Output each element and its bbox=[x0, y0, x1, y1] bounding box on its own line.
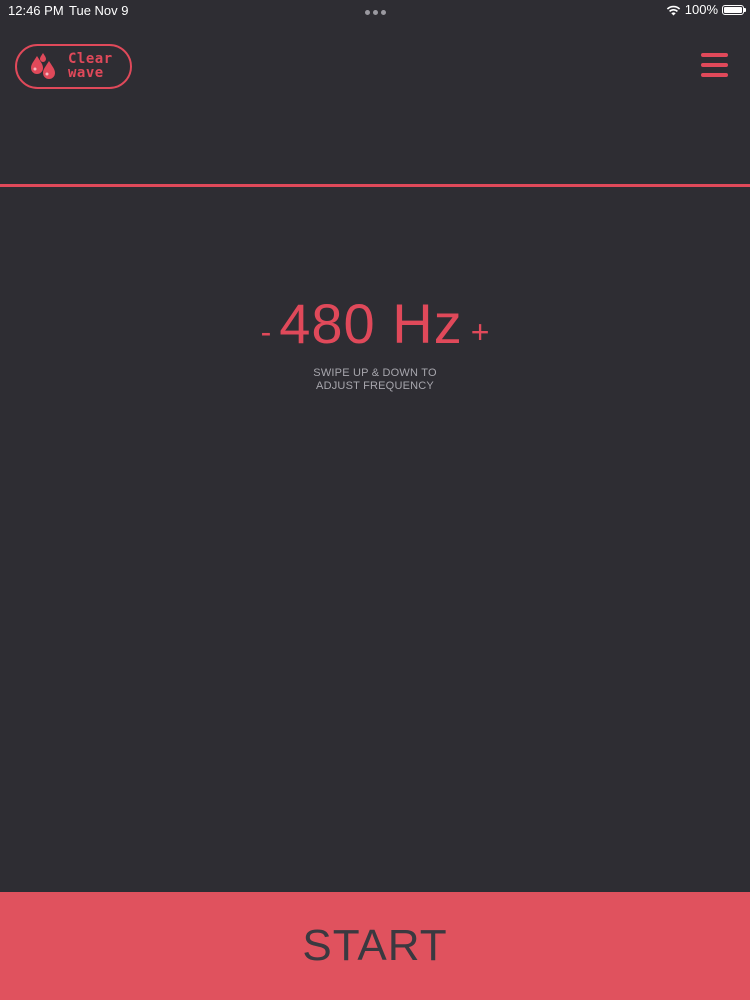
hint-line2: ADJUST FREQUENCY bbox=[316, 380, 434, 392]
battery-fill bbox=[724, 6, 742, 13]
logo-text: Clear wave bbox=[68, 52, 113, 80]
multitasking-dots-icon[interactable] bbox=[365, 10, 386, 15]
battery-percent: 100% bbox=[684, 2, 718, 17]
status-time: 12:46 PM bbox=[8, 3, 64, 18]
frequency-value: 480 Hz bbox=[279, 292, 463, 355]
app-screen: 12:46 PM Tue Nov 9 100% Clear wave - 480… bbox=[0, 0, 750, 1000]
increase-frequency-button[interactable]: + bbox=[471, 316, 490, 348]
droplets-icon bbox=[31, 53, 55, 79]
battery-icon bbox=[722, 4, 746, 15]
clearwave-logo: Clear wave bbox=[15, 44, 132, 89]
frequency-hint: SWIPE UP & DOWN TO ADJUST FREQUENCY bbox=[0, 367, 750, 393]
status-right: 100% bbox=[666, 2, 746, 17]
frequency-control[interactable]: - 480 Hz + bbox=[0, 296, 750, 360]
logo-text-line1: Clear bbox=[68, 51, 113, 67]
status-date: Tue Nov 9 bbox=[69, 3, 129, 18]
hint-line1: SWIPE UP & DOWN TO bbox=[313, 367, 437, 379]
logo-text-line2: wave bbox=[68, 65, 104, 81]
status-bar: 12:46 PM Tue Nov 9 100% bbox=[0, 0, 750, 22]
waveform-line bbox=[0, 184, 750, 187]
decrease-frequency-button[interactable]: - bbox=[261, 316, 272, 348]
start-button[interactable]: START bbox=[0, 892, 750, 1000]
wifi-icon bbox=[666, 5, 680, 15]
hamburger-menu-icon[interactable] bbox=[701, 53, 728, 79]
